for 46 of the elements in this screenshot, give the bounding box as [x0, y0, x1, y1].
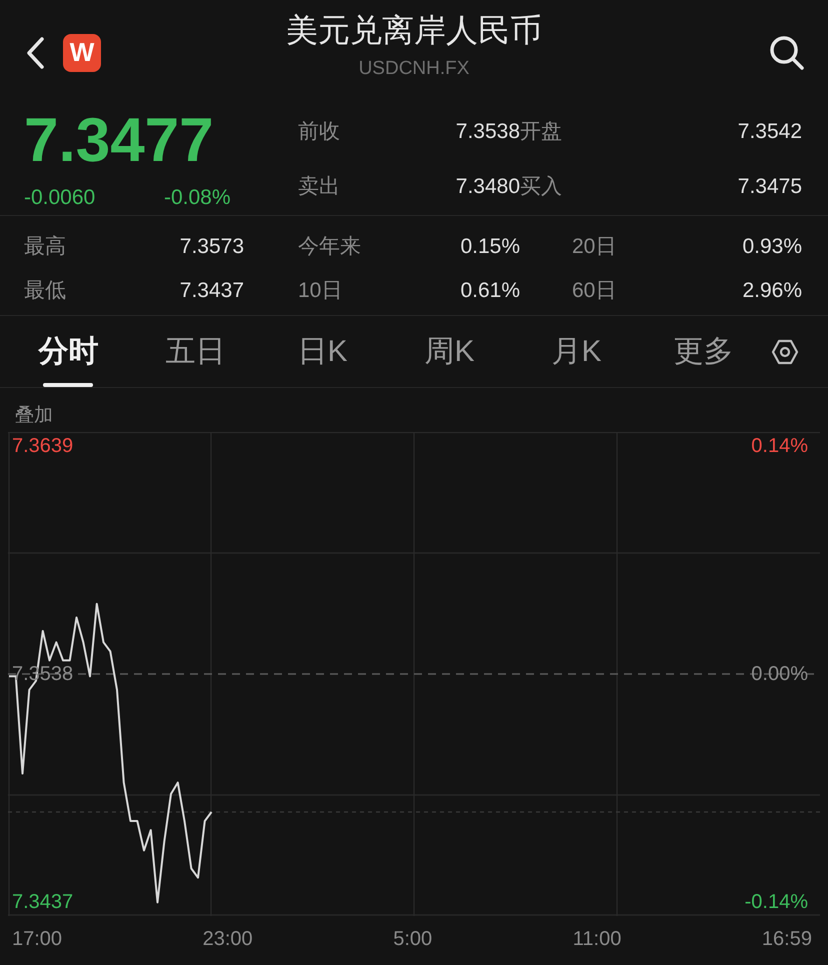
- time-label: 23:00: [202, 927, 253, 952]
- chart-tab[interactable]: 更多: [640, 316, 767, 387]
- stat-label: 10日: [298, 278, 342, 304]
- price-change: -0.0060: [24, 185, 96, 211]
- symbol-code: USDCNH.FX: [358, 57, 470, 81]
- axis-label: 0.00%: [751, 662, 808, 687]
- stat-value: 0.61%: [460, 278, 520, 304]
- search-icon[interactable]: [768, 34, 806, 72]
- axis-label: 0.14%: [751, 434, 808, 459]
- last-price: 7.3477: [24, 106, 215, 176]
- time-label: 17:00: [12, 927, 62, 952]
- settings-icon[interactable]: [771, 338, 799, 364]
- axis-label: 7.3639: [12, 434, 74, 459]
- axis-label: 7.3437: [12, 890, 74, 916]
- time-label: 5:00: [393, 927, 432, 952]
- field-label: 前收: [298, 119, 340, 145]
- stat-value: 7.3573: [180, 234, 244, 260]
- field-label: 开盘: [520, 119, 562, 145]
- time-label: 16:59: [762, 927, 812, 952]
- field-label: 买入: [520, 174, 562, 200]
- stat-value: 0.93%: [742, 234, 802, 260]
- field-value: 7.3475: [738, 174, 802, 200]
- stat-value: 0.15%: [460, 234, 520, 260]
- chart-tab[interactable]: 五日: [132, 316, 259, 387]
- chart-tab[interactable]: 分时: [5, 316, 132, 387]
- field-value: 7.3480: [456, 174, 520, 200]
- stat-label: 最高: [24, 234, 66, 260]
- page-title: 美元兑离岸人民币: [286, 11, 542, 50]
- stat-label: 最低: [24, 278, 66, 304]
- field-value: 7.3538: [456, 119, 520, 145]
- stat-label: 20日: [572, 234, 616, 260]
- chart-tab[interactable]: 日K: [259, 316, 386, 387]
- app-logo: W: [63, 34, 101, 72]
- stat-value: 7.3437: [180, 278, 244, 304]
- stat-label: 60日: [572, 278, 616, 304]
- field-label: 卖出: [298, 174, 340, 200]
- back-icon[interactable]: [24, 36, 46, 70]
- time-label: 11:00: [572, 927, 622, 952]
- axis-label: -0.14%: [744, 890, 808, 916]
- stat-value: 2.96%: [742, 278, 802, 304]
- chart-tab[interactable]: 月K: [513, 316, 640, 387]
- percent-change: -0.08%: [164, 185, 231, 211]
- chart-tab[interactable]: 周K: [386, 316, 513, 387]
- field-value: 7.3542: [738, 119, 802, 145]
- stat-label: 今年来: [298, 234, 361, 260]
- overlay-button[interactable]: 叠加: [0, 388, 828, 432]
